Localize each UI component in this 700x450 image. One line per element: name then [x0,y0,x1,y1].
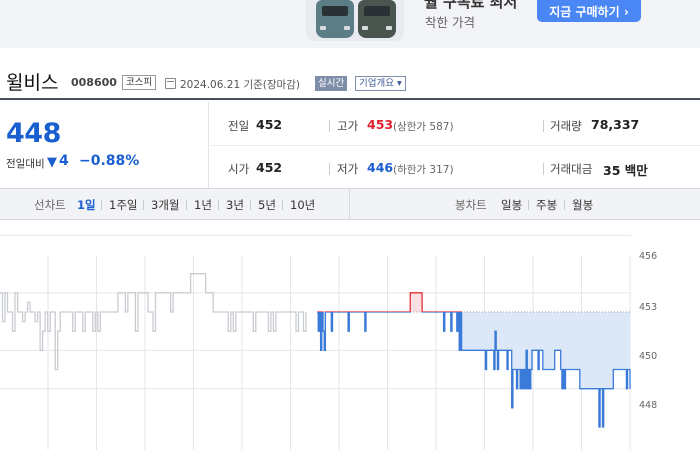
period-3m[interactable]: 3개월 [151,197,179,213]
change-label: 전일대비 [6,158,45,170]
divider [564,200,565,210]
divider [282,200,283,210]
current-price-panel: 448 전일대비 ▼ 4 −0.88% [0,102,209,188]
toolbar-divider [349,189,350,220]
divider [101,200,102,210]
stock-code: 008600 [71,76,117,89]
stock-title-bar: 윌비스 008600 코스피 2024.06.21 기준(장마감) 실시간 기업… [0,66,700,100]
lower-limit: (하한가 317) [393,164,454,176]
upper-limit: (상한가 587) [393,121,454,133]
intraday-price-chart[interactable]: 456 453 450 448 [0,220,700,450]
divider [329,120,330,132]
divider [143,200,144,210]
ad-subtext: 착한 가격 [425,15,475,30]
stock-page: 월 구독료 최저 착한 가격 지금 구매하기 › 윌비스 008600 코스피 … [0,0,700,450]
realtime-badge[interactable]: 실시간 [315,76,348,91]
y-tick-label: 456 [639,251,658,262]
candle-monthly[interactable]: 월봉 [572,197,593,213]
low-value: 446 [367,160,394,175]
line-chart-label: 선차트 [34,198,66,212]
stock-name[interactable]: 윌비스 [6,68,58,95]
divider [528,200,529,210]
candle-daily[interactable]: 일봉 [501,197,522,213]
period-1d[interactable]: 1일 [77,197,96,213]
prev-day-series-line [0,273,307,371]
amount-value: 35 백만 [603,163,648,178]
calendar-icon [165,78,176,89]
divider [250,200,251,210]
open-value: 452 [256,160,283,175]
y-tick-label: 450 [639,351,658,362]
period-3y[interactable]: 3년 [226,197,244,213]
change-rate: −0.88% [79,153,140,169]
ad-buy-button[interactable]: 지금 구매하기 › [537,0,641,22]
divider [218,200,219,210]
prev-close-label: 전일 [228,119,250,133]
amount-label: 거래대금 [550,162,593,176]
down-arrow-icon: ▼ [47,155,57,170]
volume-value: 78,337 [591,117,640,132]
volume-label: 거래량 [550,119,582,133]
period-1w[interactable]: 1주일 [109,197,137,213]
candle-weekly[interactable]: 주봉 [536,197,557,213]
date-info: 2024.06.21 기준(장마감) [180,79,300,91]
row-divider [210,145,700,146]
company-overview-dropdown[interactable]: 기업개요 ▾ [355,76,406,91]
divider [329,163,330,175]
car-icon [358,0,396,38]
current-price: 448 [6,118,61,149]
y-tick-label: 448 [639,400,658,411]
period-5y[interactable]: 5년 [258,197,276,213]
period-10y[interactable]: 10년 [290,197,315,213]
market-badge: 코스피 [122,75,157,90]
chart-canvas [0,234,631,450]
divider [186,200,187,210]
ad-banner[interactable]: 월 구독료 최저 착한 가격 지금 구매하기 › [0,0,700,48]
high-value: 453 [367,117,394,132]
change-value: 4 [59,153,69,169]
divider [543,120,544,132]
prev-close-value: 452 [256,117,283,132]
ad-car-image[interactable] [306,0,404,41]
period-1y[interactable]: 1년 [194,197,212,213]
chart-period-toolbar: 선차트 1일 1주일 3개월 1년 3년 5년 10년 봉차트 일봉 주봉 월봉 [0,189,700,220]
car-icon [316,0,354,38]
price-summary: 448 전일대비 ▼ 4 −0.88% 전일 452 고가 453 (상한가 5… [0,102,700,189]
candle-chart-label: 봉차트 [455,198,487,212]
open-label: 시가 [228,162,250,176]
high-label: 고가 [337,119,359,133]
down-area-fill [317,312,630,427]
divider [543,163,544,175]
y-tick-label: 453 [639,302,658,313]
low-label: 저가 [337,162,359,176]
ad-headline: 월 구독료 최저 [424,0,518,11]
